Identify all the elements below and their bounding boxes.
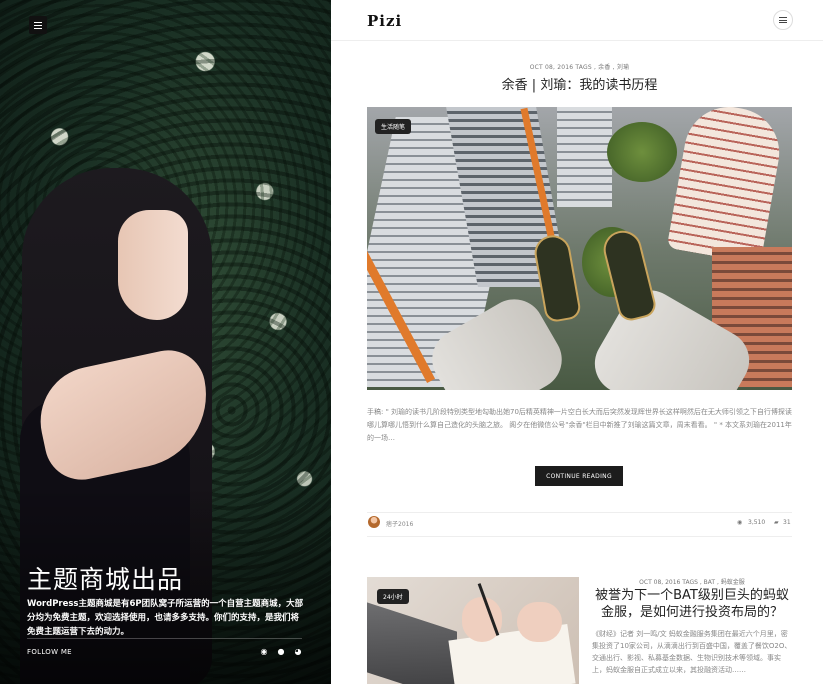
photo-hand <box>517 602 562 642</box>
weibo-icon[interactable]: ◉ <box>259 647 269 657</box>
post1-comments[interactable]: 31 <box>783 519 791 526</box>
follow-label: FOLLOW ME <box>27 648 72 656</box>
avatar[interactable] <box>368 516 380 528</box>
hero-divider <box>27 638 302 639</box>
hero-photo-face <box>118 210 188 320</box>
trees <box>607 122 677 182</box>
building-round-tower <box>666 107 787 265</box>
post1-author-divider-bottom <box>367 536 792 537</box>
views-icon: ◉ <box>737 519 743 526</box>
hero-description: WordPress主题商城是有6P团队窝子所运营的一个自营主题商城，大部分均为免… <box>27 599 304 637</box>
site-logo[interactable]: Pizi <box>367 12 402 30</box>
menu-icon[interactable] <box>29 16 47 34</box>
hero-title: 主题商城出品 <box>27 565 184 594</box>
qq-icon[interactable]: ● <box>276 647 286 657</box>
post1-author[interactable]: 痞子2016 <box>386 519 413 528</box>
photo-shoe-right <box>599 226 659 324</box>
post2-excerpt: 《财经》记者 刘一鸣/文 蚂蚁金融服务集团在最近六个月里，密集投资了10家公司，… <box>592 630 792 674</box>
photo-laptop <box>367 602 457 684</box>
header-divider <box>331 40 823 41</box>
building-back <box>557 107 612 207</box>
page: 主题商城出品 WordPress主题商城是有6P团队窝子所运营的一个自营主题商城… <box>0 0 823 684</box>
hero-panel: 主题商城出品 WordPress主题商城是有6P团队窝子所运营的一个自营主题商城… <box>0 0 331 684</box>
post2-title[interactable]: 被誉为下一个BAT级别巨头的蚂蚁金服，是如何进行投资布局的？ <box>592 587 792 621</box>
comments-icon: ▰ <box>774 519 779 526</box>
post1-category-badge[interactable]: 生活随笔 <box>375 119 412 134</box>
post1-views: 3,510 <box>748 519 766 526</box>
continue-reading-button[interactable]: CONTINUE READING <box>535 466 623 486</box>
post1-title[interactable]: 余香 | 刘瑜：我的读书历程 <box>367 74 792 93</box>
user-menu-icon[interactable] <box>773 10 793 30</box>
post1-author-divider <box>367 512 792 513</box>
post1-excerpt: 手稿: " 刘瑜的读书几阶段特别类型地勾勒出她70后精英精神一片空白长大而后突然… <box>367 408 792 442</box>
post2-category-badge[interactable]: 24小时 <box>377 589 409 604</box>
post2-meta: OCT 08, 2016 TAGS , BAT , 蚂蚁金服 <box>639 579 745 586</box>
post1-featured-image[interactable] <box>367 107 792 390</box>
wechat-icon[interactable]: ◕ <box>293 647 303 657</box>
post1-meta: OCT 08, 2016 TAGS , 余香 , 刘瑜 <box>529 64 630 71</box>
photo-shoe-left <box>531 232 583 324</box>
